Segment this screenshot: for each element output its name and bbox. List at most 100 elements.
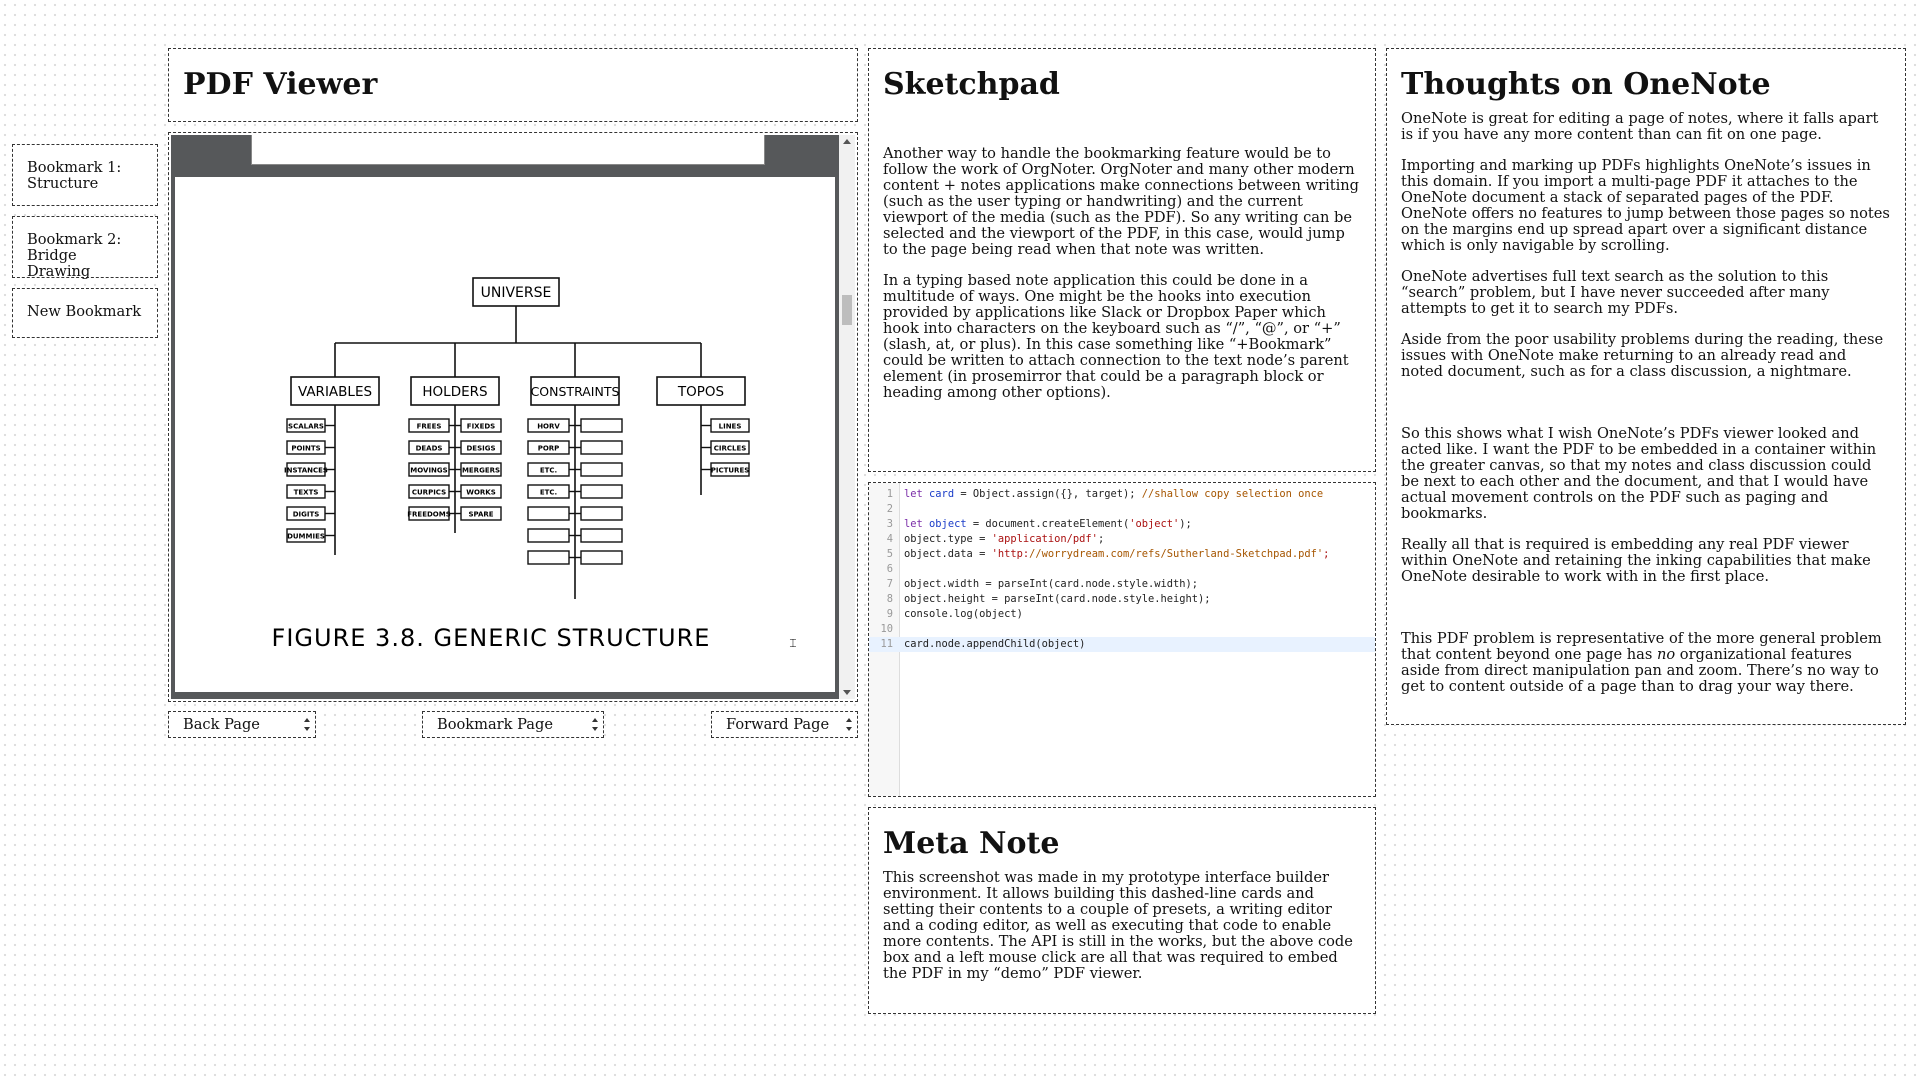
onenote-paragraph: Importing and marking up PDFs highlights… (1401, 157, 1890, 254)
bookmark-page-button[interactable]: Bookmark Page (422, 711, 604, 738)
pdf-viewer-title-card: PDF Viewer (168, 48, 858, 122)
line-number: 6 (886, 563, 893, 575)
code-line[interactable]: 8 object.height = parseInt(card.node.styl… (869, 592, 1375, 607)
diagram-group-variables: VARIABLES (298, 384, 372, 400)
code-text[interactable]: console.log(object) (904, 607, 1023, 622)
code-editor[interactable]: 1 let card = Object.assign({}, target); /… (868, 482, 1376, 797)
back-page-button[interactable]: Back Page (168, 711, 316, 738)
scroll-thumb[interactable] (842, 295, 852, 325)
code-line[interactable]: 7 object.width = parseInt(card.node.style… (869, 577, 1375, 592)
meta-note-title: Meta Note (883, 826, 1060, 861)
onenote-last-emphasis: no (1656, 646, 1676, 663)
new-bookmark-button[interactable]: New Bookmark (12, 288, 158, 338)
diagram-group-topos: TOPOS (677, 384, 724, 400)
diagram-leaf-label: SPARE (468, 511, 493, 519)
scroll-up-icon[interactable] (843, 139, 851, 144)
meta-note-text: This screenshot was made in my prototype… (883, 869, 1353, 982)
forward-page-button[interactable]: Forward Page (711, 711, 858, 738)
pdf-viewport[interactable]: UNIVERSE VARIABLES HOLDERS CONSTRAINTS T… (171, 135, 839, 699)
bookmark-label: Bookmark 2: Bridge Drawing (27, 231, 122, 280)
code-line[interactable]: 11 card.node.appendChild(object) (869, 637, 1375, 652)
onenote-paragraph: So this shows what I wish OneNote’s PDFs… (1401, 425, 1877, 522)
code-line[interactable]: 3 let object = document.createElement('ob… (869, 517, 1375, 532)
diagram-leaf (527, 550, 570, 565)
sketchpad-paragraph: In a typing based note application this … (883, 272, 1349, 401)
diagram-leaf-label: DESIGS (466, 445, 495, 453)
diagram-leaf-label: DIGITS (293, 511, 320, 519)
back-page-label: Back Page (183, 716, 260, 733)
bookmark-bridge-drawing[interactable]: Bookmark 2: Bridge Drawing (12, 216, 158, 280)
code-text[interactable]: object.type = 'application/pdf'; (904, 532, 1104, 547)
onenote-paragraph: Really all that is required is embedding… (1401, 536, 1871, 585)
code-text[interactable]: object.data = 'http://worrydream.com/ref… (904, 547, 1329, 562)
spinner-icon[interactable] (304, 715, 312, 734)
diagram-leaf (580, 506, 623, 521)
code-lines[interactable]: 1 let card = Object.assign({}, target); /… (869, 487, 1375, 652)
diagram-leaf-label: MERGERS (462, 467, 500, 475)
code-text[interactable]: let card = Object.assign({}, target); //… (904, 487, 1323, 502)
code-line[interactable]: 5 object.data = 'http://worrydream.com/re… (869, 547, 1375, 562)
sketchpad-title: Sketchpad (883, 67, 1060, 102)
diagram-group-constraints: CONSTRAINTS (531, 384, 620, 399)
bookmark-label: Bookmark 1: Structure (27, 159, 122, 192)
diagram-leaf-label: ETC. (540, 467, 557, 475)
diagram-leaf-label: POINTS (291, 445, 320, 453)
diagram-leaf-label: INSTANCES (284, 467, 328, 475)
code-line[interactable]: 10 (869, 622, 1375, 637)
diagram-leaf-label: CURPICS (412, 489, 446, 497)
pdf-viewer[interactable]: UNIVERSE VARIABLES HOLDERS CONSTRAINTS T… (168, 132, 858, 702)
code-line[interactable]: 2 (869, 502, 1375, 517)
code-line[interactable]: 9 console.log(object) (869, 607, 1375, 622)
diagram-leaf-label: TEXTS (294, 489, 319, 497)
diagram-leaf (580, 550, 623, 565)
code-text[interactable]: card.node.appendChild(object) (904, 637, 1085, 652)
diagram-leaf (580, 528, 623, 543)
diagram-leaf-label: LINES (719, 423, 742, 431)
code-text[interactable]: object.height = parseInt(card.node.style… (904, 592, 1211, 607)
diagram-leaf-label: SCALARS (288, 423, 324, 431)
spinner-icon[interactable] (592, 715, 600, 734)
line-number: 4 (886, 533, 893, 545)
meta-note-card[interactable]: Meta Note This screenshot was made in my… (868, 807, 1376, 1014)
line-number: 7 (886, 578, 893, 590)
onenote-title: Thoughts on OneNote (1401, 67, 1771, 102)
diagram-leaf-label: HORV (537, 423, 560, 431)
bookmark-label: New Bookmark (27, 303, 142, 320)
diagram-leaf-label: FIXEDS (467, 423, 495, 431)
diagram-leaf-label: CIRCLES (714, 445, 747, 453)
diagram-leaf-label: DEADS (416, 445, 443, 453)
forward-page-label: Forward Page (726, 716, 830, 733)
diagram-leaf (580, 440, 623, 455)
code-line[interactable]: 4 object.type = 'application/pdf'; (869, 532, 1375, 547)
diagram-group-holders: HOLDERS (422, 384, 487, 400)
diagram-leaf (527, 506, 570, 521)
diagram-leaf (527, 528, 570, 543)
line-number: 9 (886, 608, 893, 620)
line-number: 1 (886, 488, 893, 500)
bookmark-structure[interactable]: Bookmark 1: Structure (12, 144, 158, 206)
line-number: 5 (886, 548, 893, 560)
cursor-icon: ⌶ (789, 636, 796, 650)
onenote-paragraph: OneNote advertises full text search as t… (1401, 268, 1830, 317)
pdf-page: UNIVERSE VARIABLES HOLDERS CONSTRAINTS T… (175, 177, 835, 692)
sketchpad-card[interactable]: Sketchpad Another way to handle the book… (868, 48, 1376, 472)
pdf-viewer-title: PDF Viewer (183, 67, 378, 102)
diagram-leaf-label: DUMMIES (287, 533, 325, 541)
onenote-paragraph: Aside from the poor usability problems d… (1401, 331, 1884, 380)
code-text[interactable]: let object = document.createElement('obj… (904, 517, 1192, 532)
diagram-leaf-label: MOVINGS (410, 467, 447, 475)
diagram-leaf-label: WORKS (466, 489, 496, 497)
scroll-down-icon[interactable] (843, 690, 851, 695)
line-number: 10 (880, 623, 893, 635)
spinner-icon[interactable] (846, 715, 854, 734)
line-number: 11 (880, 638, 893, 650)
pdf-scrollbar[interactable] (839, 135, 855, 699)
diagram-leaf (580, 418, 623, 433)
diagram-leaf (580, 484, 623, 499)
code-line[interactable]: 6 (869, 562, 1375, 577)
diagram-leaf-label: FREES (417, 423, 442, 431)
onenote-thoughts-card[interactable]: Thoughts on OneNote OneNote is great for… (1386, 48, 1906, 725)
code-text[interactable]: object.width = parseInt(card.node.style.… (904, 577, 1198, 592)
line-number: 3 (886, 518, 893, 530)
code-line[interactable]: 1 let card = Object.assign({}, target); /… (869, 487, 1375, 502)
